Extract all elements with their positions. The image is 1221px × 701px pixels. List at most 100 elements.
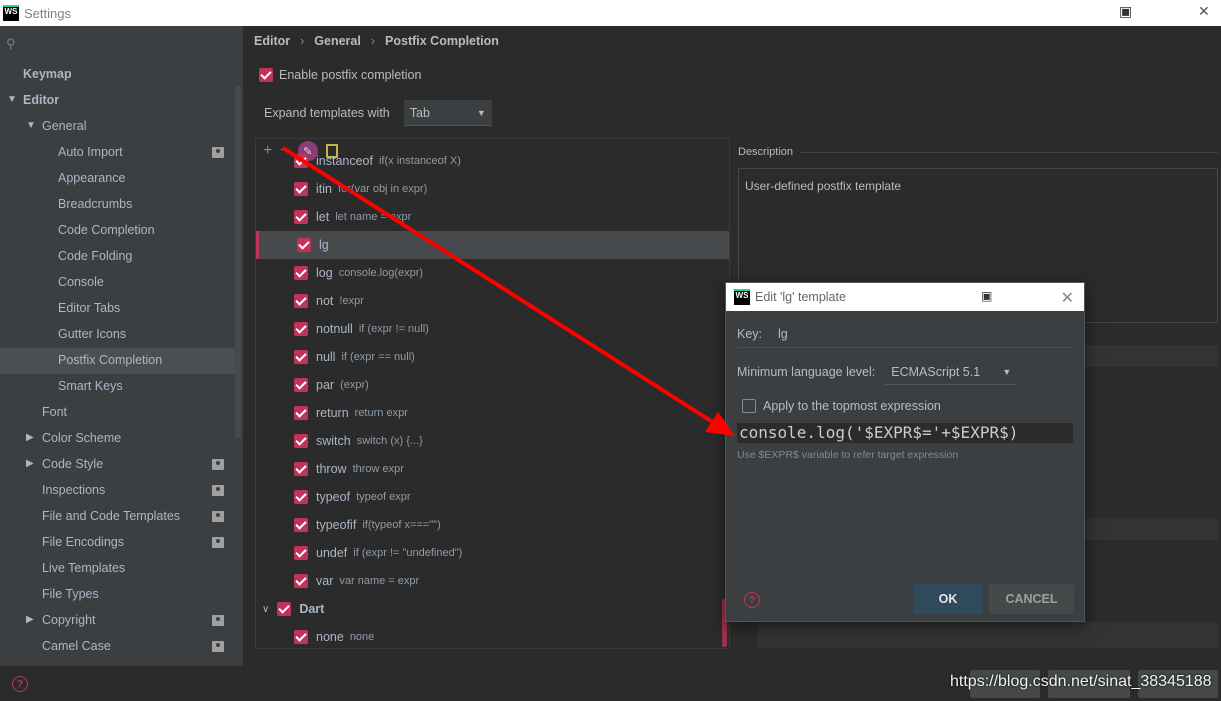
- template-key: return: [316, 406, 349, 420]
- template-row[interactable]: typeofif if(typeof x===""): [256, 511, 729, 539]
- enable-postfix-row[interactable]: Enable postfix completion: [259, 68, 421, 82]
- sidebar-item[interactable]: General: [42, 113, 86, 139]
- sidebar-search[interactable]: ⚲: [0, 26, 243, 62]
- template-row[interactable]: none none: [256, 623, 729, 648]
- template-row[interactable]: instanceof if(x instanceof X): [256, 147, 729, 175]
- template-description: if (expr == null): [341, 351, 415, 363]
- template-row[interactable]: var var name = expr: [256, 567, 729, 595]
- breadcrumb-item[interactable]: Editor: [254, 34, 290, 48]
- template-key: par: [316, 378, 335, 392]
- chevron-down-icon[interactable]: ∨: [262, 604, 269, 615]
- sidebar-item[interactable]: Font: [42, 399, 67, 425]
- key-value[interactable]: lg: [778, 327, 788, 341]
- language-level-value: ECMAScript 5.1: [891, 364, 981, 379]
- template-row[interactable]: log console.log(expr): [256, 259, 729, 287]
- template-checkbox[interactable]: [294, 630, 308, 644]
- dropdown-arrow-icon: ▼: [476, 107, 486, 118]
- collapse-arrow-icon[interactable]: ▶: [26, 614, 34, 625]
- sidebar-item[interactable]: Code Style: [42, 451, 103, 477]
- expand-arrow-icon[interactable]: ▼: [7, 94, 17, 105]
- collapse-arrow-icon[interactable]: ▶: [26, 458, 34, 469]
- sidebar-item[interactable]: Live Templates: [42, 555, 125, 581]
- template-row[interactable]: null if (expr == null): [256, 343, 729, 371]
- cancel-button[interactable]: CANCEL: [989, 584, 1074, 614]
- pin-icon[interactable]: ▣: [981, 289, 992, 303]
- sidebar-item[interactable]: Copyright: [42, 607, 96, 633]
- expand-key-dropdown[interactable]: Tab ▼: [403, 100, 492, 126]
- template-checkbox[interactable]: [294, 462, 308, 476]
- expand-key-value: Tab: [409, 105, 430, 120]
- enable-postfix-checkbox[interactable]: [259, 68, 273, 82]
- template-row[interactable]: lg: [256, 231, 729, 259]
- sidebar-item-label: Auto Import: [58, 145, 123, 159]
- sidebar-item-label: Smart Keys: [58, 379, 123, 393]
- template-checkbox[interactable]: [294, 434, 308, 448]
- template-row[interactable]: return return expr: [256, 399, 729, 427]
- template-group-row[interactable]: ∨ Dart: [256, 595, 729, 623]
- sidebar-scrollbar[interactable]: [235, 86, 241, 438]
- template-checkbox[interactable]: [294, 406, 308, 420]
- template-checkbox[interactable]: [294, 266, 308, 280]
- template-row[interactable]: undef if (expr != "undefined"): [256, 539, 729, 567]
- template-row[interactable]: let let name = expr: [256, 203, 729, 231]
- restore-icon[interactable]: ▣: [1119, 3, 1132, 20]
- template-row[interactable]: not !expr: [256, 287, 729, 315]
- template-checkbox[interactable]: [277, 602, 292, 616]
- template-row[interactable]: throw throw expr: [256, 455, 729, 483]
- template-checkbox[interactable]: [294, 518, 308, 532]
- template-checkbox[interactable]: [294, 350, 308, 364]
- sidebar-item[interactable]: Code Completion: [58, 217, 155, 243]
- sidebar-item-label: File and Code Templates: [42, 509, 181, 523]
- search-icon[interactable]: ⚲: [6, 36, 16, 52]
- sidebar-item[interactable]: File and Code Templates: [42, 503, 180, 529]
- language-level-dropdown[interactable]: ECMAScript 5.1 ▼: [885, 359, 1018, 385]
- key-row: Key: lg: [737, 327, 788, 341]
- template-checkbox[interactable]: [294, 182, 308, 196]
- template-row[interactable]: typeof typeof expr: [256, 483, 729, 511]
- sidebar-item[interactable]: Camel Case: [42, 633, 111, 659]
- breadcrumb-item[interactable]: General: [314, 34, 361, 48]
- sidebar-item[interactable]: Gutter Icons: [58, 321, 126, 347]
- sidebar-item[interactable]: Keymap: [23, 61, 72, 87]
- sidebar-item[interactable]: Console: [58, 269, 104, 295]
- sidebar-item-label: Code Style: [42, 457, 104, 471]
- sidebar-item[interactable]: Editor: [23, 87, 59, 113]
- sidebar-item[interactable]: Postfix Completion: [58, 347, 162, 373]
- template-checkbox[interactable]: [294, 490, 308, 504]
- template-row[interactable]: switch switch (x) {...}: [256, 427, 729, 455]
- apply-topmost-checkbox[interactable]: [742, 399, 756, 413]
- template-row[interactable]: notnull if (expr != null): [256, 315, 729, 343]
- template-checkbox[interactable]: [294, 378, 308, 392]
- settings-help-icon[interactable]: ?: [12, 676, 28, 692]
- collapse-arrow-icon[interactable]: ▶: [26, 432, 34, 443]
- template-checkbox[interactable]: [294, 546, 308, 560]
- apply-topmost-row[interactable]: Apply to the topmost expression: [742, 399, 941, 413]
- profile-icon: [212, 147, 224, 158]
- sidebar-item[interactable]: Code Folding: [58, 243, 132, 269]
- template-checkbox[interactable]: [294, 154, 308, 168]
- dialog-close-icon[interactable]: ✕: [1061, 288, 1074, 308]
- close-icon[interactable]: ✕: [1198, 3, 1210, 20]
- sidebar-item[interactable]: File Encodings: [42, 529, 124, 555]
- template-row[interactable]: itin for(var obj in expr): [256, 175, 729, 203]
- template-checkbox[interactable]: [294, 574, 308, 588]
- template-row[interactable]: par (expr): [256, 371, 729, 399]
- sidebar-item[interactable]: Color Scheme: [42, 425, 121, 451]
- sidebar-item[interactable]: Auto Import: [58, 139, 123, 165]
- sidebar-item-label: General: [42, 119, 87, 133]
- sidebar-item[interactable]: Editor Tabs: [58, 295, 120, 321]
- enable-postfix-label: Enable postfix completion: [279, 68, 422, 82]
- help-icon[interactable]: ?: [744, 592, 760, 608]
- sidebar-item[interactable]: Appearance: [58, 165, 125, 191]
- template-checkbox[interactable]: [294, 322, 308, 336]
- sidebar-item[interactable]: Smart Keys: [58, 373, 123, 399]
- template-code-editor[interactable]: console.log('$EXPR$='+$EXPR$): [737, 423, 1073, 443]
- sidebar-item[interactable]: Inspections: [42, 477, 105, 503]
- sidebar-item[interactable]: File Types: [42, 581, 99, 607]
- template-checkbox[interactable]: [294, 294, 308, 308]
- template-checkbox[interactable]: [294, 210, 308, 224]
- ok-button[interactable]: OK: [913, 584, 983, 614]
- template-checkbox[interactable]: [297, 238, 311, 252]
- sidebar-item[interactable]: Breadcrumbs: [58, 191, 132, 217]
- expand-arrow-icon[interactable]: ▼: [26, 120, 36, 131]
